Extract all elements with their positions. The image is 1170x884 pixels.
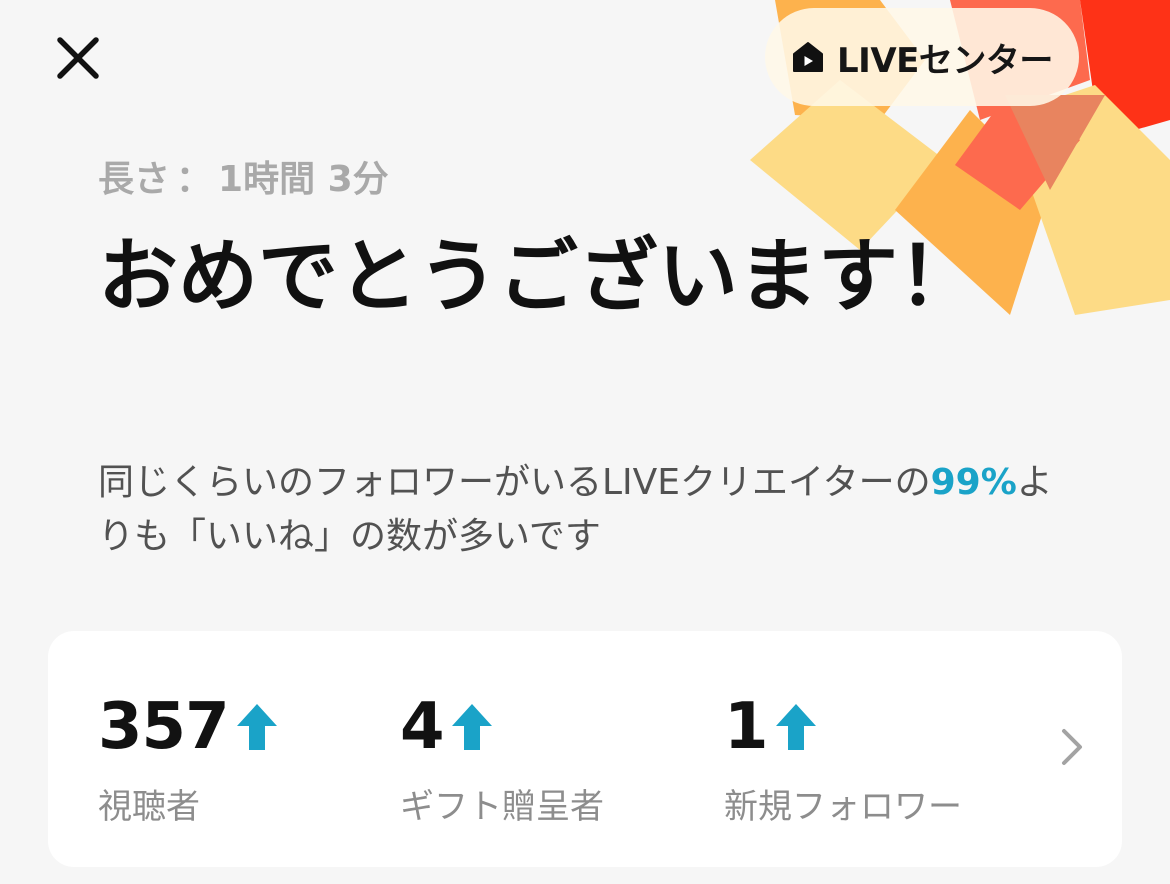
close-button[interactable] — [50, 30, 106, 86]
live-home-icon — [793, 42, 823, 72]
viewers-count: 357 — [98, 690, 230, 764]
trend-up-icon — [236, 704, 277, 750]
comparison-prefix: 同じくらいのフォロワーがいるLIVEクリエイターの — [98, 462, 931, 503]
duration-separator: ： — [176, 159, 213, 200]
stat-gifters: 4 ギフト贈呈者 — [400, 691, 604, 828]
stat-new-followers: 1 新規フォロワー — [724, 691, 962, 828]
stream-duration: 長さ： 1時間 3分 — [98, 150, 389, 202]
chevron-right-icon[interactable] — [1060, 727, 1084, 767]
congratulations-heading: おめでとうございます！ — [98, 230, 978, 323]
viewers-label: 視聴者 — [98, 787, 200, 827]
stat-viewers: 357 視聴者 — [98, 691, 279, 828]
gifters-label: ギフト贈呈者 — [400, 787, 604, 827]
duration-value: 1時間 3分 — [218, 159, 389, 200]
comparison-percent: 99% — [930, 462, 1017, 503]
trend-up-icon — [775, 704, 816, 750]
live-center-button[interactable]: LIVEセンター — [765, 8, 1079, 106]
live-center-label: LIVEセンター — [837, 40, 1053, 81]
likes-comparison-text: 同じくらいのフォロワーがいるLIVEクリエイターの99%よりも「いいね」の数が多… — [98, 456, 1058, 564]
duration-label: 長さ — [98, 159, 171, 200]
gifters-count: 4 — [400, 690, 445, 764]
new-followers-count: 1 — [724, 690, 769, 764]
close-icon — [57, 37, 99, 79]
new-followers-label: 新規フォロワー — [724, 787, 962, 827]
stats-card[interactable]: 357 視聴者 4 ギフト贈呈者 1 新規フォロワー — [48, 631, 1122, 867]
trend-up-icon — [451, 704, 492, 750]
